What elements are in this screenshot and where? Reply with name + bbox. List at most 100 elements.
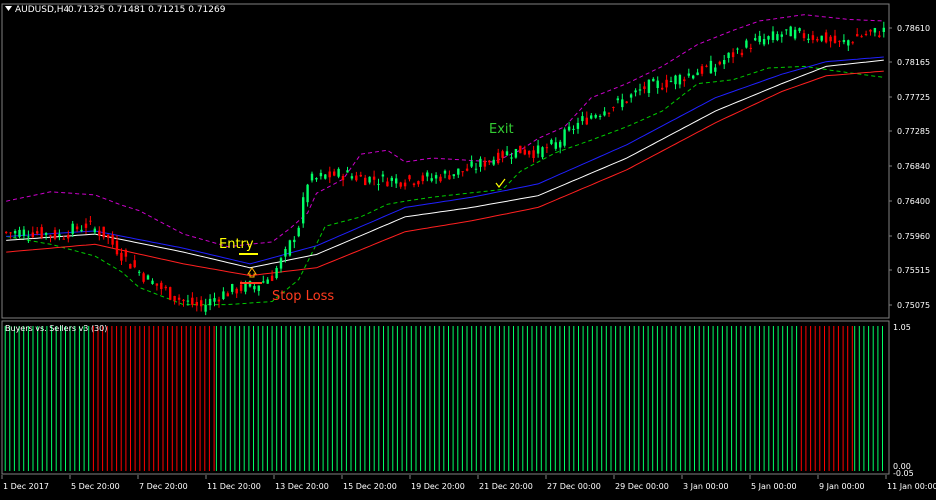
candle-bear [226, 293, 229, 297]
candle-bull [638, 89, 642, 91]
candle-bear [111, 235, 114, 245]
candle-bull [381, 174, 385, 177]
candle-bear [133, 260, 136, 268]
candle-bear [731, 52, 735, 58]
candle-bear [195, 302, 198, 306]
candle-bull [204, 304, 207, 312]
candle-bull [279, 258, 283, 269]
ohlc-label: 0.71325 0.71481 0.71215 0.71269 [68, 5, 226, 15]
symbol-label: AUDUSD,H4 [15, 5, 70, 15]
candle-bull [634, 90, 637, 93]
candle-bull [505, 151, 509, 156]
candle-bear [40, 227, 43, 238]
candle-bull [789, 26, 792, 37]
candle-bear [89, 220, 92, 222]
candle-bear [665, 79, 668, 88]
candle-bear [160, 282, 163, 289]
candle-bull [22, 229, 26, 236]
candle-bear [142, 273, 145, 282]
candle-bull [656, 80, 659, 88]
candle-bear [421, 175, 424, 182]
candle-bear [182, 299, 185, 302]
candle-bull [434, 175, 438, 179]
candle-bull [390, 177, 393, 181]
candle-bull [616, 98, 619, 101]
candle-bear [829, 36, 832, 42]
candle-bear [235, 288, 238, 294]
chart-background [0, 0, 936, 496]
candle-bear [816, 39, 819, 41]
time-tick-label: 5 Dec 20:00 [71, 482, 120, 491]
candle-bear [67, 234, 70, 239]
candle-bull [306, 184, 309, 203]
candle-bull [257, 285, 260, 291]
candle-bull [621, 99, 624, 108]
exit-label: Exit [489, 122, 514, 137]
candle-bull [443, 170, 447, 174]
price-tick-label: 0.78165 [897, 58, 930, 67]
candle-bear [833, 35, 837, 43]
candle-bear [84, 223, 88, 228]
candle-bear [705, 65, 708, 67]
candle-bear [523, 149, 526, 155]
candle-bull [315, 178, 318, 180]
time-tick-label: 11 Jan 00:00 [887, 482, 936, 491]
candle-bear [643, 86, 646, 89]
candle-bull [13, 231, 17, 234]
candle-bull [27, 236, 30, 238]
candle-bear [501, 151, 504, 158]
candle-bear [333, 171, 336, 176]
time-tick-label: 11 Dec 20:00 [207, 482, 261, 491]
time-tick-label: 21 Dec 20:00 [479, 482, 533, 491]
candle-bear [53, 230, 57, 239]
candle-bull [253, 286, 256, 290]
candle-bull [457, 168, 460, 175]
candle-bull [275, 268, 278, 278]
candle-bull [882, 27, 885, 32]
candle-bull [426, 172, 429, 177]
candle-bull [754, 38, 757, 41]
candle-bull [536, 145, 540, 154]
candle-bull [324, 174, 327, 179]
candle-bull [647, 79, 651, 93]
time-tick-label: 13 Dec 20:00 [275, 482, 329, 491]
price-tick-label: 0.77725 [897, 93, 930, 102]
candle-bear [106, 234, 110, 238]
candle-bull [430, 178, 433, 181]
candle-bull [186, 300, 190, 302]
candle-bull [474, 168, 478, 170]
candle-bull [138, 271, 141, 273]
indicator-scale-top: 1.05 [893, 323, 911, 332]
candle-bear [802, 33, 806, 39]
candle-bull [514, 149, 518, 158]
candle-bull [842, 40, 846, 43]
candle-bear [461, 171, 464, 173]
candle-bull [780, 34, 783, 37]
candle-bull [350, 176, 354, 179]
candle-bull [758, 35, 761, 42]
candle-bull [762, 39, 766, 45]
candle-bull [687, 73, 690, 76]
candle-bear [200, 300, 203, 307]
candle-bear [399, 182, 402, 187]
price-tick-label: 0.75515 [897, 266, 930, 275]
candle-bear [700, 66, 704, 74]
candle-bear [355, 175, 358, 181]
time-tick-label: 7 Dec 20:00 [139, 482, 188, 491]
candle-bear [488, 160, 491, 163]
time-tick-label: 3 Jan 00:00 [683, 482, 729, 491]
candle-bull [368, 176, 371, 183]
price-tick-label: 0.75960 [897, 232, 930, 241]
candle-bear [607, 112, 611, 114]
candle-bull [771, 31, 775, 40]
time-tick-label: 19 Dec 20:00 [411, 482, 465, 491]
candle-bull [319, 172, 323, 177]
candle-bear [749, 47, 752, 49]
price-tick-label: 0.78610 [897, 24, 930, 33]
indicator-scale-bottom2: -0.05 [893, 469, 914, 478]
time-tick-label: 9 Jan 00:00 [819, 482, 865, 491]
candle-bear [62, 238, 65, 240]
candle-bull [337, 168, 340, 177]
candle-bear [439, 176, 442, 182]
candle-bear [811, 35, 815, 40]
